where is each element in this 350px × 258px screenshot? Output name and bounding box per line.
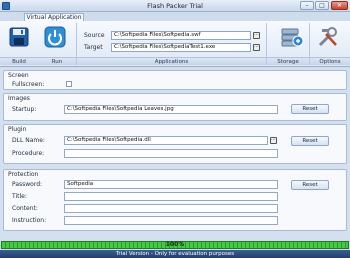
content-input[interactable]	[64, 204, 278, 213]
build-label: Build	[0, 57, 38, 65]
minimize-button[interactable]: –	[300, 1, 314, 10]
status-bar: Trial Version - Only for evaluation purp…	[0, 250, 350, 258]
procedure-input[interactable]	[64, 149, 278, 158]
images-reset-button[interactable]: Reset	[291, 104, 329, 114]
dll-name-label: DLL Name:	[12, 137, 45, 144]
dll-name-input[interactable]: C:\Softpedia Files\Softpedia.dll	[64, 136, 268, 145]
browse-target-icon[interactable]: ⋯	[253, 44, 260, 51]
instruction-input[interactable]	[64, 216, 278, 225]
target-label: Target	[84, 44, 103, 51]
title-label: Title:	[12, 193, 27, 200]
source-input[interactable]: C:\Softpedia Files\Softpedia.swf	[111, 31, 251, 40]
startup-input[interactable]: C:\Softpedia Files\Softpedia Leaves.jpg	[64, 105, 278, 114]
fullscreen-checkbox[interactable]	[66, 81, 72, 87]
applications-label: Applications	[77, 57, 266, 65]
startup-label: Startup:	[12, 106, 37, 113]
source-label: Source	[84, 32, 105, 39]
password-label: Password:	[12, 181, 43, 188]
instruction-label: Instruction:	[12, 217, 47, 224]
images-title: Images	[8, 95, 30, 102]
close-button[interactable]: ✕	[331, 1, 348, 10]
screen-title: Screen	[8, 72, 29, 79]
progress-text: 100%	[165, 241, 185, 248]
run-button[interactable]	[42, 23, 68, 51]
storage-label: Storage	[267, 57, 309, 65]
power-icon	[44, 26, 66, 48]
procedure-label: Procedure:	[12, 150, 45, 157]
run-label: Run	[38, 57, 76, 65]
storage-icon	[281, 28, 304, 47]
browse-dll-icon[interactable]: ⋯	[270, 137, 277, 144]
options-button[interactable]	[315, 23, 341, 51]
protection-section: Protection Password: Softpedia Reset Tit…	[3, 169, 347, 231]
maximize-button[interactable]: □	[315, 1, 329, 10]
protection-title: Protection	[8, 171, 39, 178]
title-bar: Flash Packer Trial – □ ✕	[0, 0, 350, 12]
plugin-title: Plugin	[8, 126, 27, 133]
options-label: Options	[310, 57, 350, 65]
progress-bar: 100%	[1, 241, 349, 249]
main-panel: Screen Fullscreen: Images Startup: C:\So…	[0, 68, 350, 240]
title-input[interactable]	[64, 192, 278, 201]
password-input[interactable]: Softpedia	[64, 180, 278, 189]
build-button[interactable]	[6, 23, 32, 51]
images-section: Images Startup: C:\Softpedia Files\Softp…	[3, 93, 347, 121]
save-disk-icon	[9, 27, 29, 47]
fullscreen-label: Fullscreen:	[12, 81, 45, 88]
browse-source-icon[interactable]: ⋯	[253, 32, 260, 39]
window-title: Flash Packer Trial	[147, 2, 203, 10]
content-label: Content:	[12, 205, 38, 212]
screen-section: Screen Fullscreen:	[3, 70, 347, 90]
plugin-section: Plugin DLL Name: C:\Softpedia Files\Soft…	[3, 124, 347, 164]
protection-reset-button[interactable]: Reset	[291, 180, 329, 190]
plugin-reset-button[interactable]: Reset	[291, 136, 329, 146]
tools-icon	[318, 27, 337, 47]
target-input[interactable]: C:\Softpedia Files\SoftpediaTest1.exe	[111, 43, 251, 52]
ribbon: Source C:\Softpedia Files\Softpedia.swf …	[0, 21, 350, 67]
storage-button[interactable]	[279, 23, 305, 51]
